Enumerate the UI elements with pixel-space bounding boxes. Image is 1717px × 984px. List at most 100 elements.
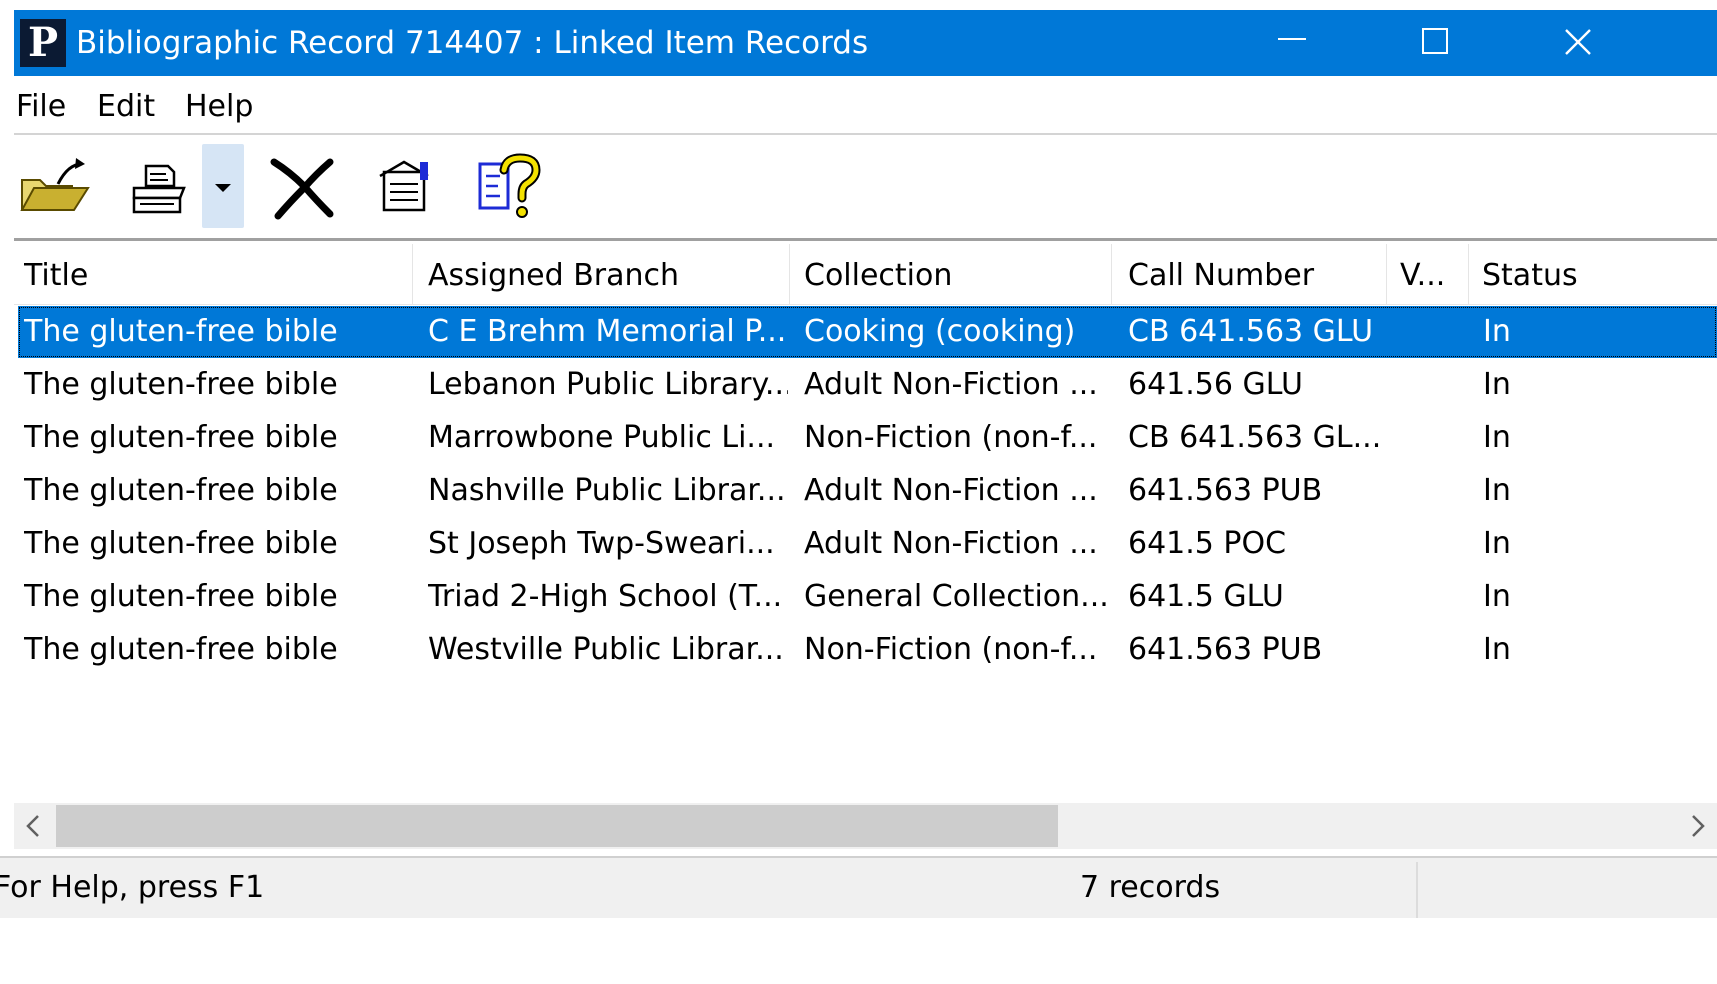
maximize-button[interactable]	[1382, 10, 1492, 76]
column-header-assigned-branch[interactable]: Assigned Branch	[428, 244, 788, 304]
cell-title: The gluten-free bible	[24, 473, 338, 508]
open-folder-icon	[20, 158, 90, 211]
status-divider	[1416, 862, 1418, 918]
cell-call-number: 641.56 GLU	[1128, 367, 1303, 402]
polaris-app-icon: P	[20, 19, 66, 67]
table-row[interactable]: The gluten-free bible C E Brehm Memorial…	[18, 306, 1717, 358]
column-header-collection[interactable]: Collection	[804, 244, 1114, 304]
scroll-right-button[interactable]	[1677, 803, 1717, 849]
cell-volume	[1400, 412, 1460, 464]
status-bar: For Help, press F1 7 records	[0, 856, 1717, 918]
cell-volume	[1400, 518, 1460, 570]
cell-volume	[1400, 465, 1460, 517]
print-icon	[132, 164, 186, 214]
cell-status: In	[1483, 420, 1511, 455]
table-row[interactable]: The gluten-free bible Nashville Public L…	[18, 465, 1717, 517]
properties-icon	[379, 160, 429, 212]
open-button[interactable]	[18, 144, 90, 224]
cell-call-number: CB 641.563 GL...	[1128, 420, 1382, 455]
column-divider[interactable]	[789, 244, 790, 304]
menu-separator	[14, 133, 1717, 135]
scroll-thumb[interactable]	[56, 805, 1058, 847]
properties-button[interactable]	[376, 144, 438, 224]
cell-call-number: CB 641.563 GLU	[1128, 314, 1374, 349]
cell-title: The gluten-free bible	[24, 579, 338, 614]
cell-status: In	[1483, 473, 1511, 508]
cell-volume	[1400, 359, 1460, 411]
cell-volume	[1400, 571, 1460, 623]
minimize-button[interactable]	[1238, 10, 1348, 76]
toolbar	[14, 140, 1717, 232]
cell-status: In	[1483, 314, 1511, 349]
cell-collection: General Collection...	[804, 579, 1109, 614]
cell-collection: Adult Non-Fiction ...	[804, 526, 1098, 561]
cell-title: The gluten-free bible	[24, 367, 338, 402]
column-divider[interactable]	[1468, 244, 1469, 304]
cell-call-number: 641.5 GLU	[1128, 579, 1284, 614]
toolbar-separator	[14, 238, 1717, 241]
column-divider[interactable]	[1386, 244, 1387, 304]
cell-title: The gluten-free bible	[24, 314, 338, 349]
cell-volume	[1400, 624, 1460, 676]
column-divider[interactable]	[1111, 244, 1112, 304]
cell-assigned-branch: Marrowbone Public Li...	[428, 420, 776, 455]
cell-collection: Adult Non-Fiction ...	[804, 367, 1098, 402]
chevron-right-icon	[1692, 815, 1705, 837]
column-header-volume[interactable]: V...	[1400, 244, 1456, 304]
column-header-status[interactable]: Status	[1482, 244, 1717, 304]
window-title: Bibliographic Record 714407 : Linked Ite…	[76, 25, 869, 61]
list-header: Title Assigned Branch Collection Call Nu…	[14, 244, 1717, 305]
cell-call-number: 641.5 POC	[1128, 526, 1287, 561]
dropdown-arrow-icon	[215, 184, 231, 192]
scroll-left-button[interactable]	[14, 803, 54, 849]
menu-help[interactable]: Help	[185, 84, 253, 130]
cell-assigned-branch: Triad 2-High School (T...	[428, 579, 783, 614]
close-button[interactable]	[1524, 10, 1634, 76]
menu-bar: File Edit Help	[14, 84, 1717, 130]
chevron-left-icon	[26, 815, 39, 837]
help-button[interactable]	[476, 144, 544, 224]
table-row[interactable]: The gluten-free bible Lebanon Public Lib…	[18, 359, 1717, 411]
cell-assigned-branch: Lebanon Public Library...	[428, 367, 788, 402]
delete-button[interactable]	[268, 144, 338, 224]
minimize-icon	[1278, 38, 1306, 40]
linked-item-records-window: P Bibliographic Record 714407 : Linked I…	[0, 0, 1717, 984]
cell-volume	[1400, 306, 1460, 358]
cell-call-number: 641.563 PUB	[1128, 473, 1323, 508]
horizontal-scrollbar[interactable]	[14, 803, 1717, 849]
delete-x-icon	[270, 158, 334, 220]
column-header-title[interactable]: Title	[24, 244, 414, 304]
cell-status: In	[1483, 526, 1511, 561]
status-help-text: For Help, press F1	[0, 870, 265, 905]
column-divider[interactable]	[412, 244, 413, 304]
cell-status: In	[1483, 367, 1511, 402]
cell-title: The gluten-free bible	[24, 526, 338, 561]
table-row[interactable]: The gluten-free bible Triad 2-High Schoo…	[18, 571, 1717, 623]
table-row[interactable]: The gluten-free bible Westville Public L…	[18, 624, 1717, 676]
cell-assigned-branch: St Joseph Twp-Sweari...	[428, 526, 775, 561]
menu-edit[interactable]: Edit	[97, 84, 155, 130]
cell-title: The gluten-free bible	[24, 632, 338, 667]
print-options-dropdown[interactable]	[202, 144, 244, 228]
menu-file[interactable]: File	[16, 84, 66, 130]
help-question-icon	[478, 153, 541, 218]
cell-title: The gluten-free bible	[24, 420, 338, 455]
cell-assigned-branch: Westville Public Librar...	[428, 632, 784, 667]
table-row[interactable]: The gluten-free bible Marrowbone Public …	[18, 412, 1717, 464]
table-row[interactable]: The gluten-free bible St Joseph Twp-Swea…	[18, 518, 1717, 570]
cell-collection: Non-Fiction (non-f...	[804, 632, 1098, 667]
cell-assigned-branch: Nashville Public Librar...	[428, 473, 786, 508]
maximize-icon	[1422, 28, 1448, 54]
column-header-call-number[interactable]: Call Number	[1128, 244, 1388, 304]
title-bar[interactable]: P Bibliographic Record 714407 : Linked I…	[14, 10, 1717, 76]
cell-assigned-branch: C E Brehm Memorial P...	[428, 314, 787, 349]
cell-call-number: 641.563 PUB	[1128, 632, 1323, 667]
cell-collection: Adult Non-Fiction ...	[804, 473, 1098, 508]
print-button[interactable]	[128, 144, 192, 224]
cell-status: In	[1483, 632, 1511, 667]
close-icon	[1565, 29, 1591, 55]
cell-collection: Cooking (cooking)	[804, 314, 1076, 349]
cell-status: In	[1483, 579, 1511, 614]
status-record-count: 7 records	[1080, 870, 1221, 905]
cell-collection: Non-Fiction (non-f...	[804, 420, 1098, 455]
